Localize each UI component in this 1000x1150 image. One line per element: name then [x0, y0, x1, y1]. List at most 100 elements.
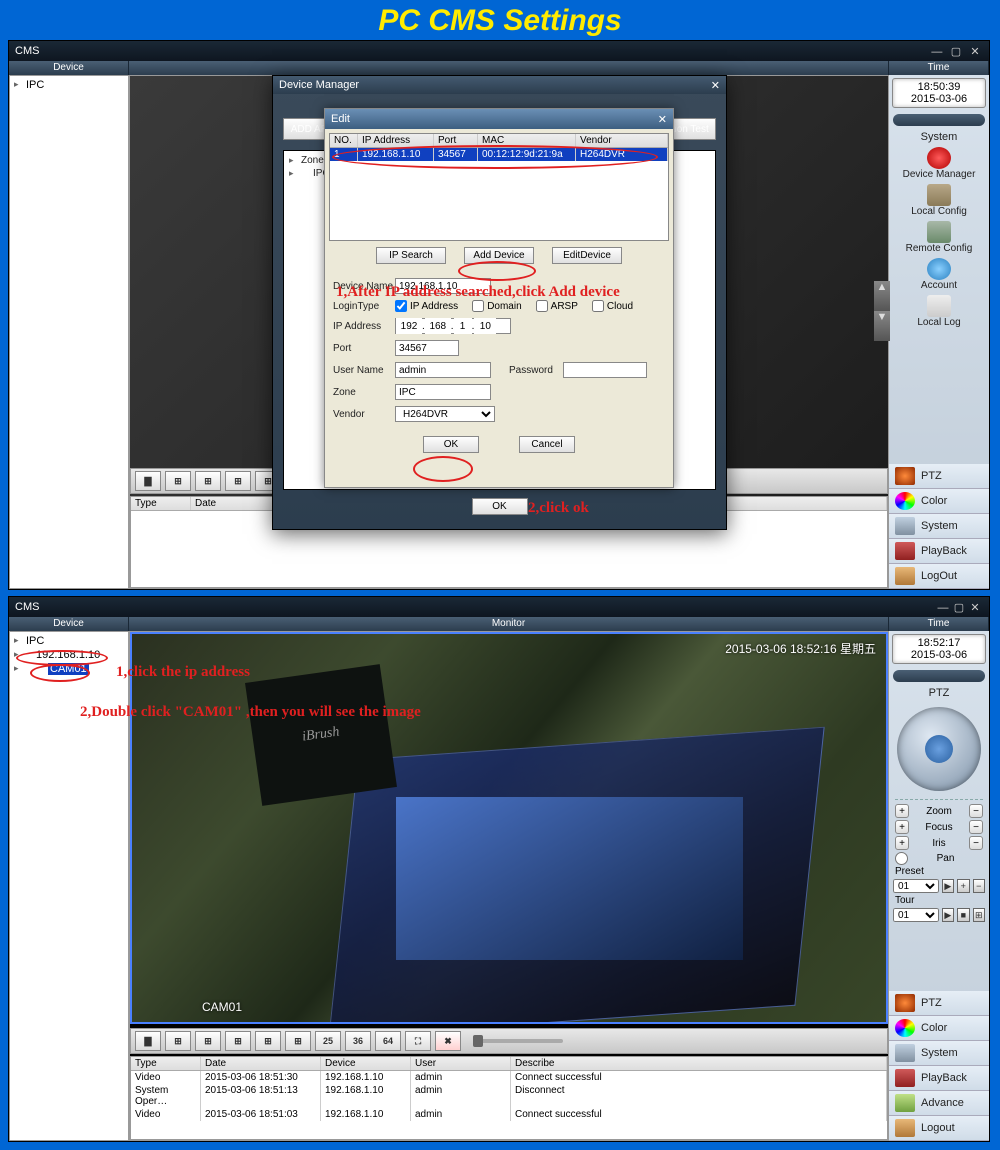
iris-in-button[interactable]: +: [895, 836, 909, 850]
ip-search-button[interactable]: IP Search: [376, 247, 446, 264]
side-playback[interactable]: PlayBack: [889, 539, 989, 564]
volume-slider[interactable]: [473, 1039, 563, 1043]
grid-2x2-icon[interactable]: ⊞: [165, 1031, 191, 1051]
side-ptz-2[interactable]: PTZ: [889, 991, 989, 1016]
close-icon[interactable]: ✕: [967, 601, 983, 614]
grid-25-button[interactable]: 25: [315, 1031, 341, 1051]
zoom-out-button[interactable]: −: [969, 804, 983, 818]
pass-input[interactable]: [563, 362, 647, 378]
grid-5x5-icon[interactable]: ⊞: [255, 1031, 281, 1051]
edit-device-button[interactable]: EditDevice: [552, 247, 622, 264]
side-logout[interactable]: LogOut: [889, 564, 989, 589]
zone-input[interactable]: [395, 384, 491, 400]
record-icon[interactable]: ✖: [435, 1031, 461, 1051]
grid-4x4-icon[interactable]: ⊞: [225, 1031, 251, 1051]
chk-arsp[interactable]: [536, 300, 548, 312]
system-item-account[interactable]: Account: [889, 256, 989, 293]
log-col-type[interactable]: Type: [131, 497, 191, 510]
grid-4x4-icon[interactable]: ⊞: [225, 471, 251, 491]
camera-viewport[interactable]: iBrush 2015-03-06 18:52:16 星期五 CAM01: [130, 632, 888, 1024]
close-icon[interactable]: ✕: [967, 45, 983, 58]
iris-out-button[interactable]: −: [969, 836, 983, 850]
chk-ipaddr[interactable]: [395, 300, 407, 312]
grid-36-button[interactable]: 36: [345, 1031, 371, 1051]
tour-play-icon[interactable]: ▶: [942, 908, 954, 922]
tree-root-ipc[interactable]: IPC: [12, 78, 126, 92]
clock-time: 18:50:39: [893, 81, 985, 93]
minimize-icon[interactable]: —: [935, 602, 951, 614]
side-system-2[interactable]: System: [889, 1041, 989, 1066]
side-advance-2[interactable]: Advance: [889, 1091, 989, 1116]
system-item-local-log[interactable]: Local Log: [889, 293, 989, 330]
grid-3x3-icon[interactable]: ⊞: [195, 1031, 221, 1051]
maximize-icon[interactable]: ▢: [951, 601, 967, 614]
focus-out-button[interactable]: −: [969, 820, 983, 834]
log-col-describe[interactable]: Describe: [511, 1057, 887, 1070]
user-input[interactable]: [395, 362, 491, 378]
col-ip[interactable]: IP Address: [358, 134, 434, 147]
chk-cloud[interactable]: [592, 300, 604, 312]
edit-ok-button[interactable]: OK: [423, 436, 479, 453]
titlebar: CMS — ▢ ✕: [9, 41, 989, 61]
side-logout-2[interactable]: Logout: [889, 1116, 989, 1141]
col-vendor[interactable]: Vendor: [576, 134, 668, 147]
side-playback-2[interactable]: PlayBack: [889, 1066, 989, 1091]
col-no[interactable]: NO.: [330, 134, 358, 147]
ip-oct1[interactable]: [396, 318, 422, 334]
ptz-section-title: PTZ: [889, 685, 989, 701]
preset-del-icon[interactable]: −: [973, 879, 985, 893]
grid-3x3-icon[interactable]: ⊞: [195, 471, 221, 491]
ip-oct4[interactable]: [474, 318, 496, 334]
log-col-date[interactable]: Date: [201, 1057, 321, 1070]
focus-in-button[interactable]: +: [895, 820, 909, 834]
side-ptz[interactable]: PTZ: [889, 464, 989, 489]
log-col-type[interactable]: Type: [131, 1057, 201, 1070]
dm-ok-button[interactable]: OK: [472, 498, 528, 515]
ptz-direction-wheel[interactable]: [897, 707, 981, 791]
grid-1x1-icon[interactable]: ▇: [135, 1031, 161, 1051]
tree-root-ipc2[interactable]: IPC: [12, 634, 126, 648]
system-item-remote-config[interactable]: Remote Config: [889, 219, 989, 256]
preset-go-icon[interactable]: ▶: [942, 879, 954, 893]
maximize-icon[interactable]: ▢: [948, 45, 964, 58]
edit-close-icon[interactable]: ✕: [658, 113, 667, 126]
fullscreen-icon[interactable]: ⛶: [405, 1031, 431, 1051]
page-banner: PC CMS Settings: [0, 0, 1000, 42]
port-input[interactable]: [395, 340, 459, 356]
log-col-device[interactable]: Device: [321, 1057, 411, 1070]
tour-select[interactable]: 01: [893, 908, 939, 922]
ptz-center-icon[interactable]: [925, 735, 953, 763]
log-row[interactable]: Video2015-03-06 18:51:30192.168.1.10admi…: [131, 1071, 887, 1084]
grid-1x1-icon[interactable]: ▇: [135, 471, 161, 491]
side-color[interactable]: Color: [889, 489, 989, 514]
log-row[interactable]: Video2015-03-06 18:51:03192.168.1.10admi…: [131, 1108, 887, 1121]
clock-time-2: 18:52:17: [893, 637, 985, 649]
side-color-2[interactable]: Color: [889, 1016, 989, 1041]
tour-stop-icon[interactable]: ■: [957, 908, 969, 922]
dm-close-icon[interactable]: ✕: [711, 79, 720, 92]
window-controls: — ▢ ✕: [929, 45, 983, 58]
log-col-user[interactable]: User: [411, 1057, 511, 1070]
side-system[interactable]: System: [889, 514, 989, 539]
preset-add-icon[interactable]: +: [957, 879, 969, 893]
grid-2x2-icon[interactable]: ⊞: [165, 471, 191, 491]
tour-grid-icon[interactable]: ⊞: [973, 908, 985, 922]
grid-6x6-icon[interactable]: ⊞: [285, 1031, 311, 1051]
edit-cancel-button[interactable]: Cancel: [519, 436, 575, 453]
chk-domain[interactable]: [472, 300, 484, 312]
preset-select[interactable]: 01: [893, 879, 939, 893]
device-tree[interactable]: IPC: [9, 75, 129, 589]
log-row[interactable]: System Oper…2015-03-06 18:51:13192.168.1…: [131, 1084, 887, 1108]
log-icon: [927, 295, 951, 317]
zoom-in-button[interactable]: +: [895, 804, 909, 818]
arrow-down-icon[interactable]: ▼: [874, 311, 890, 341]
minimize-icon[interactable]: —: [929, 46, 945, 58]
grid-64-button[interactable]: 64: [375, 1031, 401, 1051]
ip-oct2[interactable]: [425, 318, 451, 334]
pan-radio[interactable]: [895, 852, 908, 865]
ip-oct3[interactable]: [454, 318, 472, 334]
system-item-device-manager[interactable]: Device Manager: [889, 145, 989, 182]
vendor-select[interactable]: H264DVR: [395, 406, 495, 422]
system-item-local-config[interactable]: Local Config: [889, 182, 989, 219]
arrow-up-icon[interactable]: ▲: [874, 281, 890, 311]
